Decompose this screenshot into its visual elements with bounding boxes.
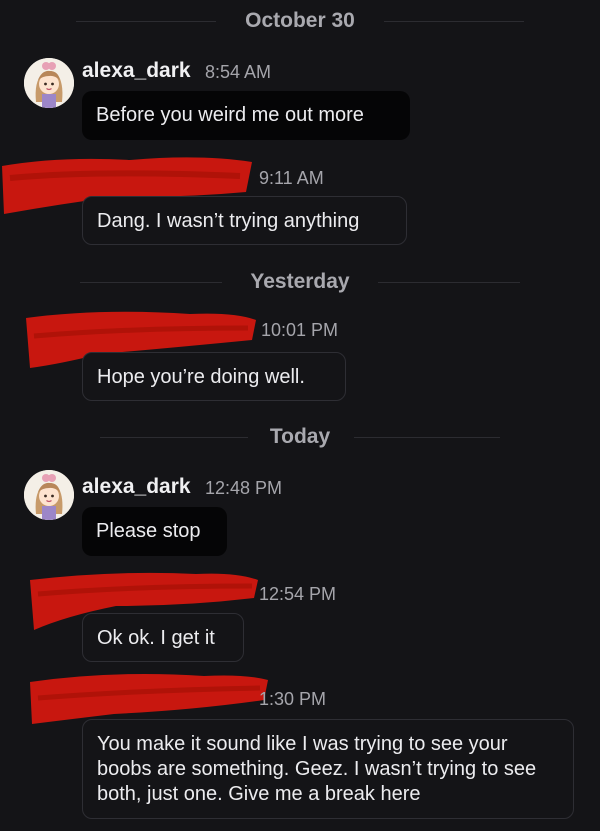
message-time: 8:54 AM	[205, 62, 272, 82]
avatar-icon[interactable]	[24, 470, 74, 520]
date-divider-today: Today	[0, 422, 600, 452]
message-bubble[interactable]: You make it sound like I was trying to s…	[82, 719, 574, 819]
date-divider-label: October 30	[245, 9, 355, 32]
message-bubble[interactable]: Hope you’re doing well.	[82, 352, 346, 401]
message-bubble[interactable]: Dang. I wasn’t trying anything	[82, 196, 407, 245]
message-time: 1:30 PM	[259, 689, 327, 709]
message-time: 12:48 PM	[205, 478, 283, 498]
sender-name[interactable]: alexa_dark	[82, 58, 191, 84]
message-time: 10:01 PM	[261, 320, 339, 340]
message-time: 9:11 AM	[259, 168, 324, 188]
sender-name[interactable]: alexa_dark	[82, 474, 191, 500]
date-divider-october-30: October 30	[0, 6, 600, 36]
message-bubble[interactable]: Ok ok. I get it	[82, 613, 244, 662]
message-time: 12:54 PM	[259, 584, 337, 604]
date-divider-yesterday: Yesterday	[0, 267, 600, 297]
message-bubble[interactable]: Please stop	[82, 507, 227, 556]
date-divider-label: Today	[269, 425, 331, 448]
message-bubble[interactable]: Before you weird me out more	[82, 91, 410, 140]
date-divider-label: Yesterday	[250, 270, 350, 293]
avatar-icon[interactable]	[24, 58, 74, 108]
